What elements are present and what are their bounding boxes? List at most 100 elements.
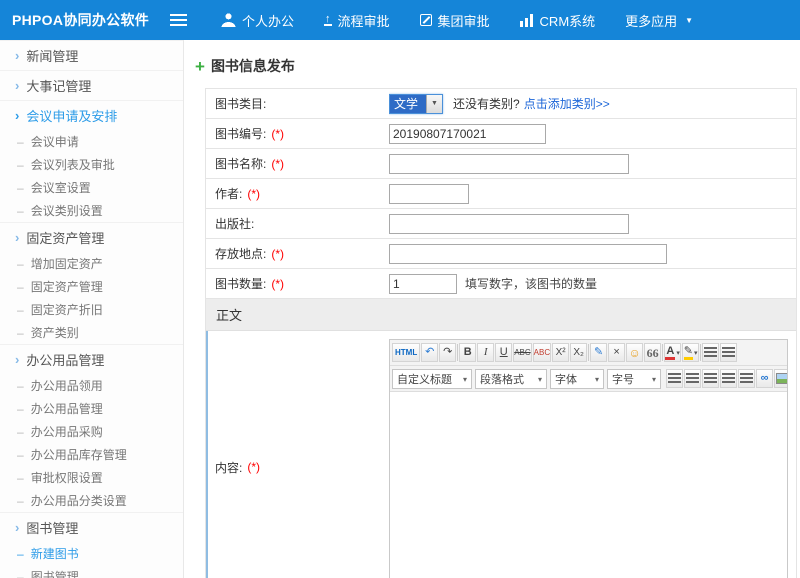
sidebar-item-fixed-asset-management[interactable]: 固定资产管理	[0, 275, 183, 298]
format-painter-button[interactable]: ✎	[590, 343, 607, 362]
nav-process-approval[interactable]: ↑ 流程审批	[324, 11, 390, 30]
sidebar-item-asset-category[interactable]: 资产类别	[0, 321, 183, 344]
sidebar-item-book-management[interactable]: 图书管理	[0, 512, 183, 542]
sidebar-item-supplies-purchase[interactable]: 办公用品采购	[0, 420, 183, 443]
indent-button[interactable]	[738, 369, 755, 388]
font-size-select[interactable]: 字号	[607, 369, 661, 389]
toolbar-button-glyph: ↷	[443, 347, 452, 358]
text-input[interactable]	[389, 214, 629, 234]
align-center-button[interactable]	[684, 369, 701, 388]
image-button[interactable]	[774, 369, 787, 388]
field-label: 图书编号:	[215, 125, 266, 142]
italic-button[interactable]: I	[477, 343, 494, 362]
required-marker: (*)	[271, 127, 284, 141]
text-input[interactable]	[389, 124, 546, 144]
editor-toolbar-row-1: HTML ↶ ↷	[390, 340, 787, 366]
sidebar-item-book-management-child[interactable]: 图书管理	[0, 565, 183, 578]
align-left-button[interactable]	[666, 369, 683, 388]
add-category-link[interactable]: 点击添加类别>>	[524, 95, 610, 112]
font-color-button[interactable]: A	[664, 343, 681, 362]
sidebar-item-meeting-apply[interactable]: 会议申请	[0, 130, 183, 153]
sidebar-item-office-supplies[interactable]: 办公用品管理	[0, 344, 183, 374]
sidebar-item-add-fixed-asset[interactable]: 增加固定资产	[0, 252, 183, 275]
nav-crm-system[interactable]: CRM系统	[520, 11, 596, 30]
sidebar-item-label: 办公用品管理	[31, 400, 103, 417]
paragraph-format-select[interactable]: 段落格式	[475, 369, 547, 389]
align-right-button[interactable]	[702, 369, 719, 388]
nav-label: 个人办公	[242, 11, 294, 30]
sidebar-item-new-book[interactable]: 新建图书	[0, 542, 183, 565]
sidebar-item-label: 会议类别设置	[31, 202, 103, 219]
editor-content-area[interactable]	[390, 392, 787, 578]
form-row-book-name: 图书名称: (*)	[206, 149, 796, 179]
rich-text-editor: HTML ↶ ↷	[389, 339, 788, 578]
font-family-select[interactable]: 字体	[550, 369, 604, 389]
emoticon-button[interactable]: ☺	[626, 343, 643, 362]
sidebar-item-meeting-request[interactable]: 会议申请及安排	[0, 100, 183, 130]
form-row-category: 图书类目: 文学 ▼ 还没有类别? 点击添加类别>>	[206, 89, 796, 119]
heading-select[interactable]: 自定义标题	[392, 369, 472, 389]
caret-down-icon	[647, 373, 656, 385]
toolbar-button-glyph: 66	[647, 347, 659, 359]
text-input[interactable]	[389, 274, 457, 294]
sidebar-item-fixed-assets[interactable]: 固定资产管理	[0, 222, 183, 252]
sidebar-item-marker-icon	[17, 402, 24, 416]
toolbar-dropdown-label: 段落格式	[480, 371, 524, 387]
field-label-cell: 图书编号: (*)	[206, 119, 389, 148]
category-select[interactable]: 文学 ▼	[389, 94, 443, 114]
sidebar-item-supplies-requisition[interactable]: 办公用品领用	[0, 374, 183, 397]
align-justify-button[interactable]	[720, 369, 737, 388]
bold-button[interactable]: B	[459, 343, 476, 362]
sidebar-item-marker-icon	[17, 448, 24, 462]
link-button[interactable]: ∞	[756, 369, 773, 388]
sidebar-item-marker-icon	[17, 181, 24, 195]
highlight-color-button[interactable]: ✎	[682, 343, 699, 362]
sidebar-item-marker-icon	[17, 547, 24, 561]
toolbar-dropdowns: 自定义标题 段落格式 字体	[392, 369, 661, 389]
nav-group-approval[interactable]: 集团审批	[420, 11, 490, 30]
sidebar-item-label: 办公用品分类设置	[31, 492, 127, 509]
sidebar-item-meeting-list-approval[interactable]: 会议列表及审批	[0, 153, 183, 176]
sidebar-item-label: 会议列表及审批	[31, 156, 115, 173]
sidebar-item-supplies-management[interactable]: 办公用品管理	[0, 397, 183, 420]
redo-button[interactable]: ↷	[439, 343, 456, 362]
strikethrough-button[interactable]: ABC	[513, 343, 531, 362]
eraser-button[interactable]: ×	[608, 343, 625, 362]
field-label: 出版社:	[215, 215, 254, 232]
sidebar-item-memorabilia-management[interactable]: 大事记管理	[0, 70, 183, 100]
sidebar-item-meeting-category-settings[interactable]: 会议类别设置	[0, 199, 183, 222]
top-nav: 个人办公 ↑ 流程审批 集团审批 CRM系统 更多应用 ▼	[191, 11, 693, 30]
nav-more-apps[interactable]: 更多应用 ▼	[625, 11, 693, 30]
text-input[interactable]	[389, 244, 667, 264]
toolbar-button-glyph: HTML	[393, 349, 419, 357]
ordered-list-button[interactable]	[720, 343, 737, 362]
sidebar-item-fixed-asset-depreciation[interactable]: 固定资产折旧	[0, 298, 183, 321]
blockquote-button[interactable]: 66	[644, 343, 661, 362]
text-input[interactable]	[389, 154, 629, 174]
toolbar-button-glyph	[722, 347, 735, 358]
toolbar-button-glyph: A	[665, 346, 675, 360]
superscript-button[interactable]: X²	[552, 343, 569, 362]
bar-chart-icon	[520, 14, 534, 27]
flow-approval-icon: ↑	[324, 14, 332, 26]
toolbar-button-glyph	[740, 373, 753, 384]
text-input[interactable]	[389, 184, 469, 204]
toolbar-button-glyph	[722, 373, 735, 384]
sidebar-item-approval-permission[interactable]: 审批权限设置	[0, 466, 183, 489]
menu-icon[interactable]	[170, 14, 187, 27]
sidebar-item-news-management[interactable]: 新闻管理	[0, 40, 183, 70]
field-control-cell: 文学 ▼ 还没有类别? 点击添加类别>>	[389, 89, 796, 118]
nav-personal-office[interactable]: 个人办公	[221, 11, 294, 30]
sidebar-item-meeting-room-settings[interactable]: 会议室设置	[0, 176, 183, 199]
undo-button[interactable]: ↶	[421, 343, 438, 362]
unordered-list-button[interactable]	[702, 343, 719, 362]
sidebar-item-label: 办公用品采购	[31, 423, 103, 440]
underline-button[interactable]: U	[495, 343, 512, 362]
subscript-button[interactable]: X₂	[570, 343, 587, 362]
source-button[interactable]: HTML	[392, 343, 420, 362]
sidebar-item-supplies-inventory[interactable]: 办公用品库存管理	[0, 443, 183, 466]
sidebar-item-marker-icon	[15, 352, 19, 367]
sidebar-item-marker-icon	[17, 135, 24, 149]
remove-format-button[interactable]: ABC	[533, 343, 551, 362]
sidebar-item-supplies-classification[interactable]: 办公用品分类设置	[0, 489, 183, 512]
